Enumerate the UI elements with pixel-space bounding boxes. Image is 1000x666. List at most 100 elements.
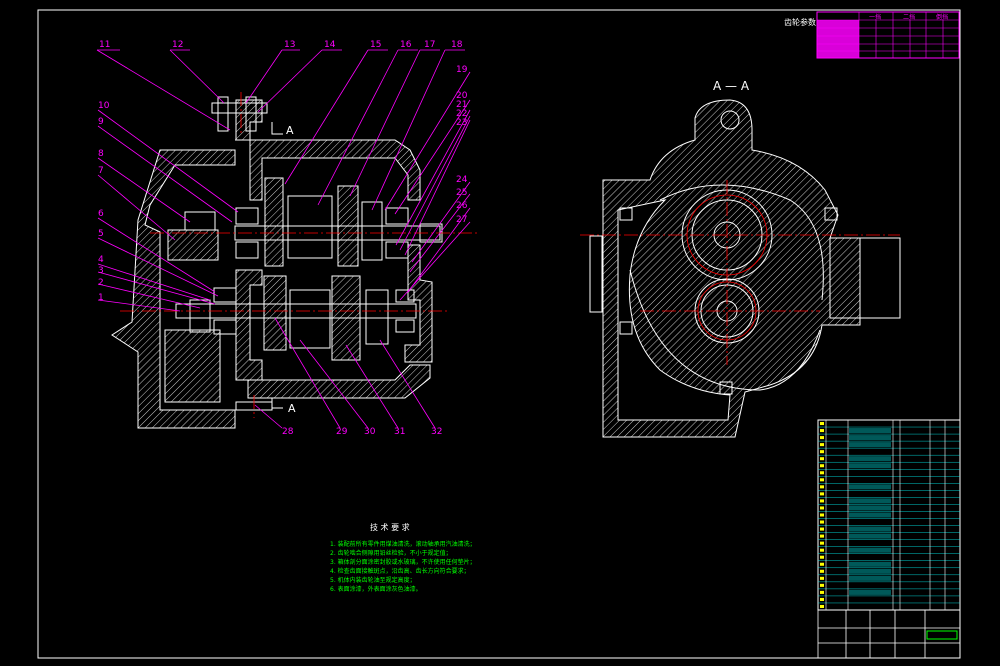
bom-index-mark <box>820 527 824 531</box>
bom-index-mark <box>820 569 824 573</box>
tech-req-line: 4. 检查齿面接触斑点，沿齿高、齿长方向符合要求； <box>330 567 470 575</box>
part-label: 18 <box>451 40 463 50</box>
part-label: 25 <box>456 188 467 198</box>
part-label: 31 <box>394 427 405 437</box>
bom-index-mark <box>820 492 824 496</box>
bom-index-mark <box>820 583 824 587</box>
tech-req-list: 1. 装配前所有零件用煤油清洗，滚动轴承用汽油清洗； 2. 齿轮啮合侧隙用铅丝检… <box>330 540 476 593</box>
part-label: 6 <box>98 209 104 219</box>
tech-req-title: 技 术 要 求 <box>370 522 410 532</box>
part-label: 8 <box>98 149 104 159</box>
section-view <box>111 96 443 429</box>
part-label: 14 <box>324 40 336 50</box>
part-label: 3 <box>98 266 104 276</box>
part-label: 24 <box>456 175 468 185</box>
bom-index-mark <box>820 604 824 608</box>
part-label: 23 <box>456 118 467 128</box>
tech-req-line: 2. 齿轮啮合侧隙用铅丝检验，不小于规定值； <box>330 549 452 557</box>
bom-cell-highlight <box>849 498 891 504</box>
bom-cell-highlight <box>849 428 891 434</box>
part-label: 28 <box>282 427 294 437</box>
bom-cell-highlight <box>849 547 891 553</box>
bom-index-mark <box>820 555 824 559</box>
bom-cell-highlight <box>849 456 891 462</box>
part-label: 15 <box>370 40 381 50</box>
bom-index-mark <box>820 506 824 510</box>
bom-cell-highlight <box>849 435 891 441</box>
part-label: 13 <box>284 40 295 50</box>
bom-index-mark <box>820 499 824 503</box>
bom-index-mark <box>820 520 824 524</box>
housing-top-wall <box>235 139 421 201</box>
bom-index-mark <box>820 513 824 517</box>
gear-table-title: 齿轮参数 <box>784 17 816 27</box>
bom-index-mark <box>820 485 824 489</box>
part-label: 5 <box>98 229 104 239</box>
aa-view <box>589 99 901 438</box>
part-label: 12 <box>172 40 183 50</box>
bom-index-mark <box>820 562 824 566</box>
bom-cell-highlight <box>849 442 891 448</box>
part-label: 9 <box>98 117 104 127</box>
part-label: 1 <box>98 293 104 303</box>
tech-req-line: 1. 装配前所有零件用煤油清洗，滚动轴承用汽油清洗； <box>330 540 476 548</box>
bom-cell-highlight <box>849 533 891 539</box>
bom-index-mark <box>820 429 824 433</box>
gear-table-header: 二挡 <box>903 13 915 21</box>
part-label: 19 <box>456 65 468 75</box>
part-label: 16 <box>400 40 412 50</box>
part-label: 11 <box>99 40 110 50</box>
housing-mid-web <box>235 269 263 381</box>
part-label: 32 <box>431 427 442 437</box>
section-marker-bottom: A <box>288 402 296 415</box>
part-label: 27 <box>456 215 467 225</box>
bom-cell-highlight <box>849 484 891 490</box>
bom-index-mark <box>820 436 824 440</box>
title-block <box>817 609 961 659</box>
housing-center-web <box>235 99 263 141</box>
part-label: 26 <box>456 201 468 211</box>
cad-drawing: A A 11 12 13 14 15 16 17 18 10 9 8 7 6 5… <box>37 9 961 659</box>
bom-cell-highlight <box>849 526 891 532</box>
bom-cell-highlight <box>849 505 891 511</box>
clutch-disc <box>167 229 219 261</box>
bom-index-mark <box>820 590 824 594</box>
part-labels-top: 11 12 13 14 15 16 17 18 <box>99 40 463 50</box>
bom-index-mark <box>820 471 824 475</box>
bom-index-mark <box>820 541 824 545</box>
bom-cell-highlight <box>849 575 891 581</box>
part-label: 4 <box>98 255 104 265</box>
bom-index-mark <box>820 597 824 601</box>
bom-index-mark <box>820 422 824 426</box>
flange-lower <box>164 329 221 403</box>
part-label: 17 <box>424 40 435 50</box>
gear-table: 一挡 二挡 倒挡 <box>816 11 960 59</box>
section-marker-top: A <box>286 124 294 137</box>
bom-index-mark <box>820 457 824 461</box>
bom-index-mark <box>820 576 824 580</box>
part-label: 2 <box>98 278 104 288</box>
bom-index-mark <box>820 534 824 538</box>
bom-index-mark <box>820 548 824 552</box>
gear-table-header: 倒挡 <box>936 13 948 21</box>
tech-req-line: 3. 箱体剖分面涂密封胶或水玻璃，不许使用任何垫片； <box>330 558 476 566</box>
bom-cell-highlight <box>849 561 891 567</box>
bom-index-mark <box>820 464 824 468</box>
part-label: 30 <box>364 427 376 437</box>
title-block-highlight <box>926 630 958 640</box>
bom-index-mark <box>820 478 824 482</box>
part-label: 7 <box>98 166 104 176</box>
bom-index-mark <box>820 450 824 454</box>
section-view-title: A — A <box>713 79 750 93</box>
part-label: 10 <box>98 101 110 111</box>
tech-req-line: 6. 表面涂漆，外表面涂灰色油漆。 <box>330 585 422 593</box>
tech-req-line: 5. 机体内装齿轮油至规定高度； <box>330 576 416 584</box>
bom-cell-highlight <box>849 463 891 469</box>
gear-table-header: 一挡 <box>869 13 881 21</box>
bom-cell-highlight <box>849 512 891 518</box>
bom-table <box>817 419 961 611</box>
bom-index-mark <box>820 443 824 447</box>
bom-cell-highlight <box>849 589 891 595</box>
bom-cell-highlight <box>849 568 891 574</box>
housing-bottom-wall <box>247 364 431 399</box>
